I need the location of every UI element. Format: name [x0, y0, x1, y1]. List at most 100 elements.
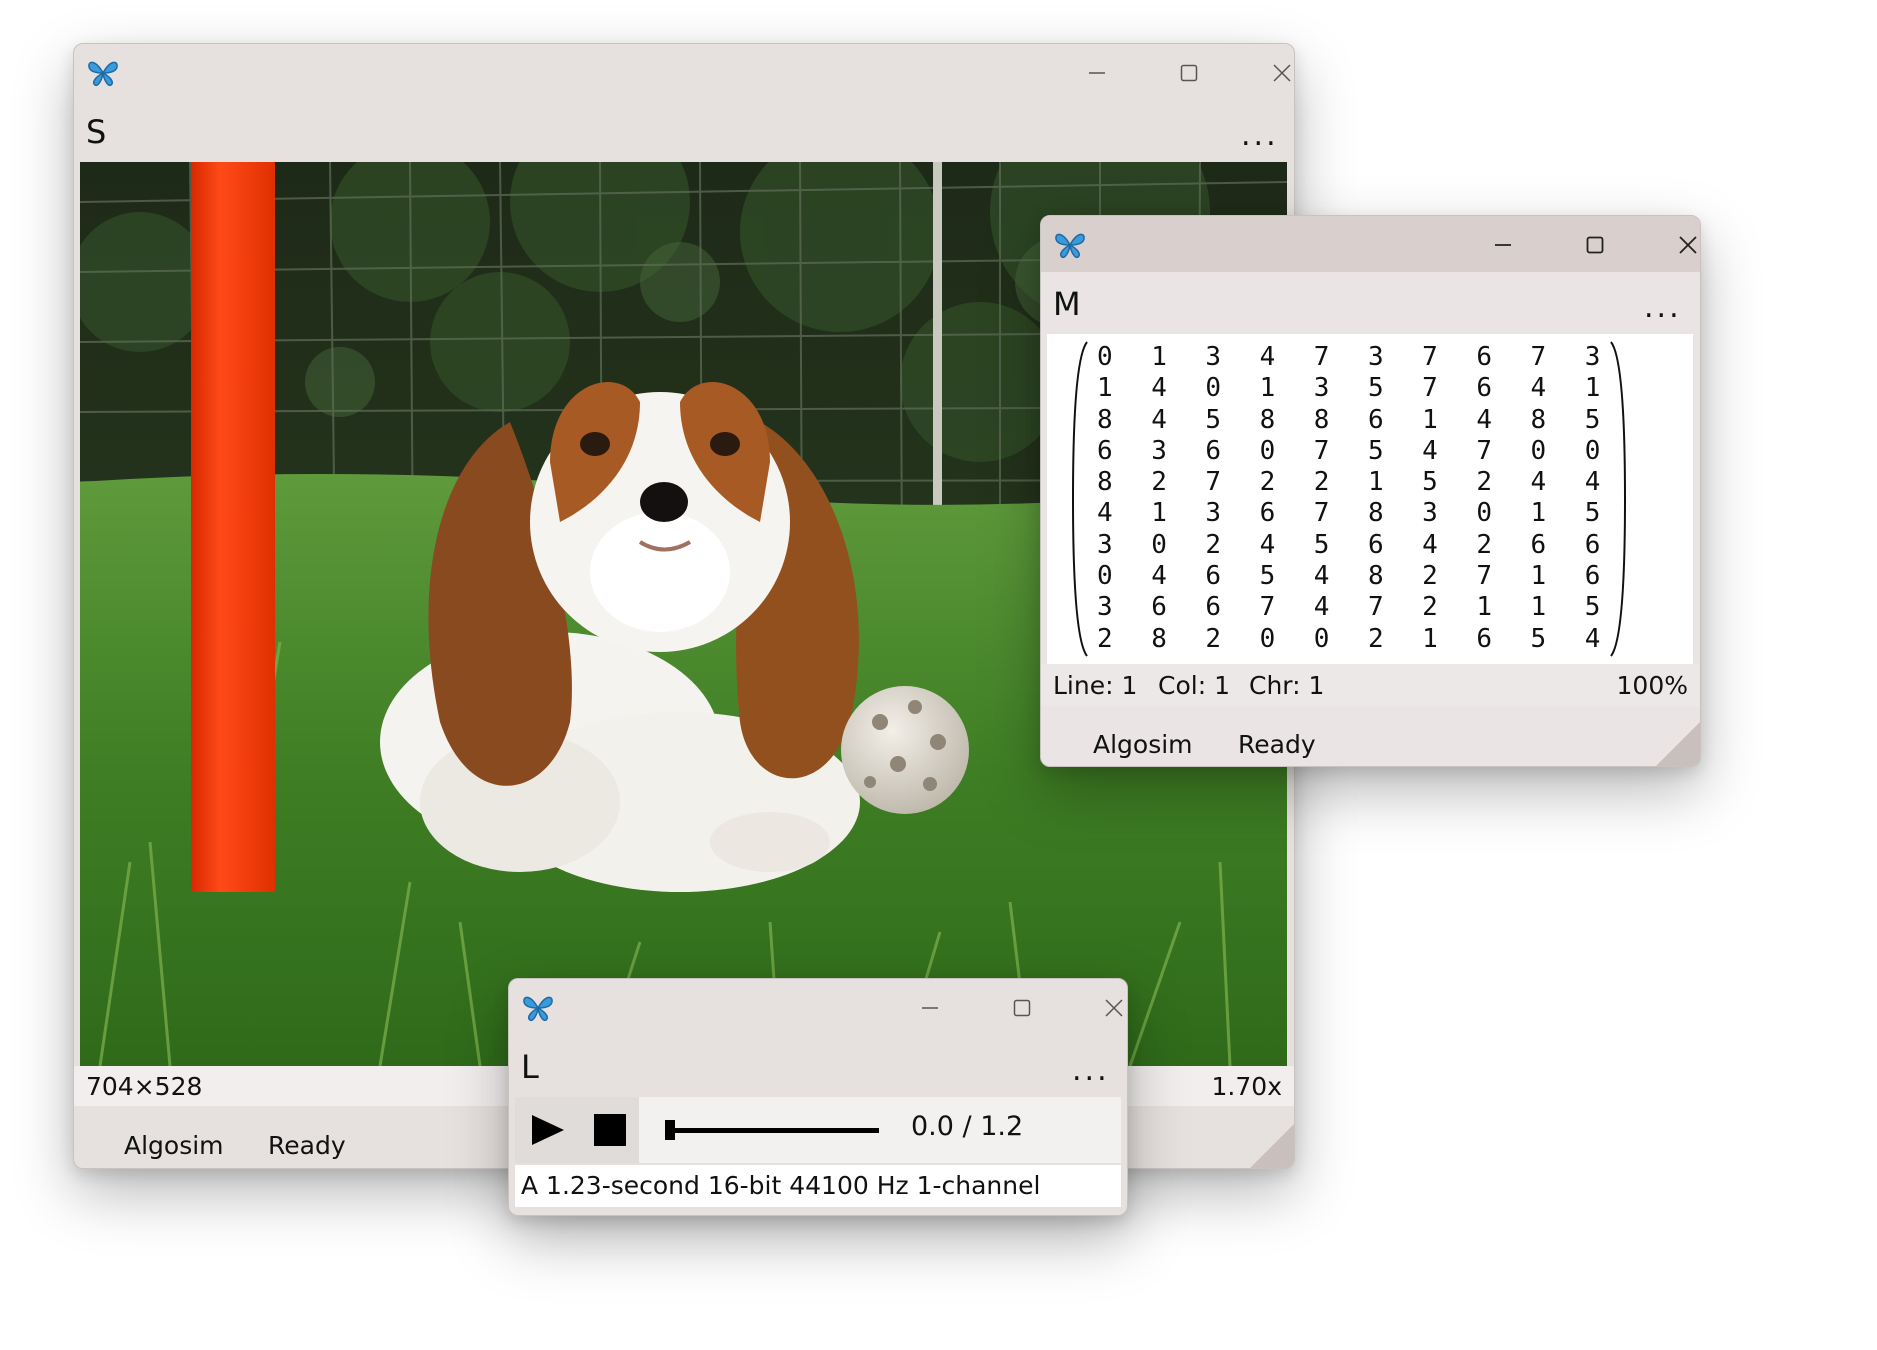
- maximize-button[interactable]: [1154, 50, 1224, 96]
- matrix-cell: 1: [1422, 623, 1438, 654]
- matrix-cell: 4: [1151, 404, 1167, 435]
- matrix-cell: 1: [1367, 467, 1384, 498]
- sound-description: A 1.23-second 16-bit 44100 Hz 1-channel …: [515, 1165, 1121, 1215]
- matrix-cell: 2: [1259, 467, 1276, 498]
- matrix-cell: 1: [1259, 373, 1276, 404]
- matrix-cell: 3: [1097, 529, 1113, 560]
- matrix-cell: 1: [1530, 561, 1547, 592]
- matrix-cell: 8: [1097, 467, 1113, 498]
- matrix-cell: 1: [1422, 404, 1438, 435]
- stop-icon: [594, 1114, 626, 1146]
- matrix-cell: 6: [1530, 529, 1547, 560]
- matrix-cell: 4: [1151, 561, 1167, 592]
- matrix-cell: 7: [1530, 342, 1547, 372]
- matrix-cell: 2: [1313, 467, 1330, 498]
- app-name-label: Algosim: [1093, 730, 1193, 759]
- matrix-cell: 4: [1151, 373, 1167, 404]
- matrix-values: 0134737673140135764184588614856360754700…: [1097, 342, 1639, 655]
- matrix-cell: 4: [1422, 529, 1438, 560]
- close-icon: [1273, 64, 1291, 82]
- matrix-cell: 3: [1422, 498, 1438, 529]
- minimize-button[interactable]: [895, 985, 965, 1031]
- maximize-button[interactable]: [987, 985, 1057, 1031]
- matrix-cell: 2: [1097, 623, 1113, 654]
- matrix-cell: 2: [1367, 623, 1384, 654]
- matrix-cell: 5: [1313, 529, 1330, 560]
- matrix-cell: 6: [1205, 561, 1222, 592]
- matrix-row: 3667472115: [1097, 592, 1639, 623]
- matrix-display[interactable]: 0134737673140135764184588614856360754700…: [1047, 334, 1693, 664]
- more-options-button[interactable]: ...: [1072, 1056, 1110, 1086]
- maximize-icon: [1586, 236, 1604, 254]
- matrix-cell: 7: [1313, 342, 1330, 372]
- matrix-cell: 0: [1205, 373, 1222, 404]
- matrix-cell: 1: [1151, 342, 1167, 372]
- titlebar[interactable]: [1041, 216, 1700, 272]
- more-options-button[interactable]: ...: [1644, 293, 1682, 323]
- matrix-cell: 6: [1259, 498, 1276, 529]
- more-options-button[interactable]: ...: [1241, 121, 1279, 151]
- matrix-cell: 7: [1476, 435, 1492, 466]
- matrix-cell: 8: [1367, 498, 1384, 529]
- sound-description-text: A 1.23-second 16-bit 44100 Hz 1-channel …: [515, 1171, 1041, 1215]
- matrix-cell: 3: [1205, 498, 1222, 529]
- matrix-cell: 5: [1205, 404, 1222, 435]
- matrix-cell: 3: [1367, 342, 1384, 372]
- matrix-cell: 0: [1097, 561, 1113, 592]
- matrix-cell: 0: [1313, 623, 1330, 654]
- matrix-cell: 6: [1367, 404, 1384, 435]
- seek-track[interactable]: [665, 1128, 879, 1133]
- butterfly-app-icon: [1055, 233, 1085, 259]
- close-button[interactable]: [1247, 50, 1294, 96]
- matrix-window[interactable]: M ... 0134737673140135764184588614856360…: [1040, 215, 1701, 767]
- matrix-row: 0134737673: [1097, 342, 1639, 373]
- matrix-cell: 2: [1205, 623, 1222, 654]
- app-name-label: Algosim: [124, 1131, 224, 1160]
- matrix-row: 8458861485: [1097, 405, 1639, 436]
- sound-window[interactable]: L ... 0.0 / 1.2 A 1.23-second 16-bit 441…: [508, 978, 1128, 1216]
- matrix-cell: 7: [1422, 373, 1438, 404]
- close-icon: [1105, 999, 1123, 1017]
- matrix-cell: 8: [1530, 404, 1547, 435]
- matrix-cell: 5: [1422, 467, 1438, 498]
- resize-grip[interactable]: [1250, 1124, 1294, 1168]
- minimize-button[interactable]: [1468, 222, 1538, 268]
- close-icon: [1679, 236, 1697, 254]
- matrix-cell: 7: [1422, 342, 1438, 372]
- maximize-icon: [1180, 64, 1198, 82]
- matrix-cell: 6: [1205, 592, 1222, 623]
- matrix-cell: 7: [1313, 435, 1330, 466]
- matrix-cell: 2: [1151, 467, 1167, 498]
- window-caption: S: [86, 113, 107, 151]
- resize-grip[interactable]: [1656, 722, 1700, 766]
- minimize-button[interactable]: [1062, 50, 1132, 96]
- window-caption: L: [521, 1048, 539, 1086]
- play-button[interactable]: [529, 1112, 567, 1148]
- matrix-cell: 3: [1097, 592, 1113, 623]
- seek-thumb[interactable]: [665, 1120, 675, 1140]
- close-button[interactable]: [1653, 222, 1700, 268]
- matrix-cell: 0: [1097, 342, 1113, 372]
- matrix-cell: 2: [1422, 561, 1438, 592]
- matrix-cell: 2: [1476, 467, 1492, 498]
- matrix-cell: 8: [1097, 404, 1113, 435]
- matrix-cell: 1: [1151, 498, 1167, 529]
- titlebar[interactable]: [74, 44, 1294, 100]
- matrix-cell: 2: [1422, 592, 1438, 623]
- status-label: Ready: [268, 1131, 346, 1160]
- stop-button[interactable]: [593, 1113, 627, 1147]
- matrix-cell: 7: [1259, 592, 1276, 623]
- matrix-cell: 1: [1530, 592, 1547, 623]
- matrix-cell: 6: [1476, 623, 1492, 654]
- matrix-row: 0465482716: [1097, 561, 1639, 592]
- time-readout: 0.0 / 1.2: [911, 1111, 1024, 1142]
- maximize-icon: [1013, 999, 1031, 1017]
- matrix-cell: 4: [1530, 373, 1547, 404]
- matrix-cell: 1: [1097, 373, 1113, 404]
- matrix-cell: 4: [1422, 435, 1438, 466]
- matrix-cell: 0: [1259, 623, 1276, 654]
- maximize-button[interactable]: [1560, 222, 1630, 268]
- matrix-status-bar: Line: 1 Col: 1 Chr: 1 100%: [1041, 664, 1700, 706]
- close-button[interactable]: [1079, 985, 1127, 1031]
- titlebar[interactable]: [509, 979, 1127, 1035]
